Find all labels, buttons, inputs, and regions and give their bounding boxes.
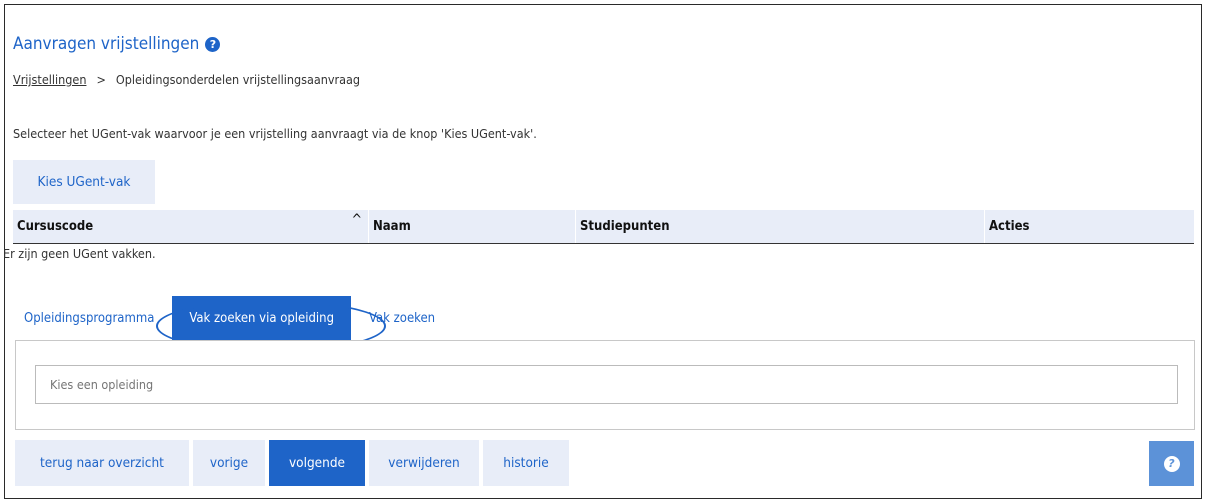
opleiding-input[interactable] <box>36 366 1177 403</box>
column-label: Acties <box>989 219 1030 234</box>
page-title: Aanvragen vrijstellingen ? <box>13 34 221 54</box>
column-label: Naam <box>373 219 411 234</box>
opleiding-select[interactable] <box>35 365 1178 404</box>
table-header: Cursuscode ^ Naam Studiepunten Acties <box>13 210 1194 244</box>
footer-toolbar: terug naar overzicht vorige volgende ver… <box>15 440 569 486</box>
breadcrumb-current: Opleidingsonderdelen vrijstellingsaanvra… <box>115 72 361 87</box>
search-tabs: Opleidingsprogramma Vak zoeken via oplei… <box>14 296 445 352</box>
table-empty-message: Er zijn geen UGent vakken. <box>3 246 156 261</box>
instruction-text: Selecteer het UGent-vak waarvoor je een … <box>13 126 537 141</box>
verwijderen-button[interactable]: verwijderen <box>369 440 479 486</box>
column-header-studiepunten[interactable]: Studiepunten <box>575 210 984 243</box>
column-header-cursuscode[interactable]: Cursuscode ^ <box>13 210 368 243</box>
breadcrumb-separator: > <box>96 72 106 87</box>
historie-button[interactable]: historie <box>483 440 569 486</box>
tab-vak-zoeken-via-opleiding[interactable]: Vak zoeken via opleiding <box>156 296 387 352</box>
volgende-button[interactable]: volgende <box>269 440 365 486</box>
tab-label: Vak zoeken via opleiding <box>189 310 335 326</box>
vorige-button[interactable]: vorige <box>193 440 265 486</box>
page-title-text: Aanvragen vrijstellingen <box>13 34 200 54</box>
question-icon: ? <box>1163 455 1180 472</box>
tab-opleidingsprogramma[interactable]: Opleidingsprogramma <box>14 296 164 340</box>
column-header-acties: Acties <box>984 210 1194 243</box>
vakken-table: Cursuscode ^ Naam Studiepunten Acties Er… <box>3 210 1194 261</box>
column-header-naam[interactable]: Naam <box>368 210 575 243</box>
breadcrumb-vrijstellingen[interactable]: Vrijstellingen <box>13 72 86 87</box>
tab-panel <box>15 340 1195 430</box>
help-icon[interactable]: ? <box>205 36 221 52</box>
help-button[interactable]: ? <box>1149 441 1194 486</box>
column-label: Studiepunten <box>580 219 670 234</box>
breadcrumb: Vrijstellingen > Opleidingsonderdelen vr… <box>13 72 360 87</box>
column-label: Cursuscode <box>17 219 94 234</box>
tab-vak-zoeken[interactable]: Vak zoeken <box>359 296 445 340</box>
sort-ascending-icon[interactable]: ^ <box>351 212 362 228</box>
terug-naar-overzicht-button[interactable]: terug naar overzicht <box>15 440 189 486</box>
kies-ugent-vak-button[interactable]: Kies UGent-vak <box>13 160 155 204</box>
